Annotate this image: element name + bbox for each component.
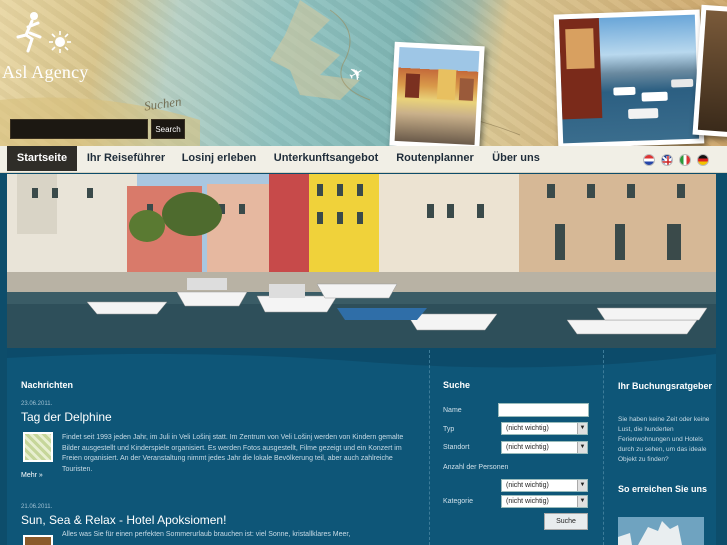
brand-name[interactable]: Asl Agency (2, 62, 89, 83)
reach-heading: So erreichen Sie uns (618, 484, 708, 494)
news-more-link[interactable]: Mehr » (21, 471, 43, 482)
standort-label: Standort (443, 444, 470, 451)
news-thumbnail[interactable] (23, 535, 53, 545)
runner-logo-icon (16, 12, 42, 53)
header-banner: Asl Agency Suchen Search ✈ (0, 0, 727, 146)
croatia-flag-icon[interactable] (643, 154, 655, 166)
news-thumbnail[interactable] (23, 432, 53, 462)
chevron-down-icon: ▼ (577, 442, 587, 453)
uk-flag-icon[interactable] (661, 154, 673, 166)
nav-item-reisefuehrer[interactable]: Ihr Reiseführer (80, 146, 172, 171)
search-form-heading: Suche (443, 380, 471, 390)
chevron-down-icon: ▼ (577, 480, 587, 491)
sun-logo-icon (49, 31, 71, 53)
nav-item-routenplanner[interactable]: Routenplanner (390, 146, 480, 171)
page: Asl Agency Suchen Search ✈ Startseite Ih… (0, 0, 727, 545)
column-divider (603, 350, 604, 545)
advisor-text: Sie haben keine Zeit oder keine Lust, di… (618, 416, 710, 463)
nav-item-startseite[interactable]: Startseite (7, 146, 77, 171)
nav-item-ueber-uns[interactable]: Über uns (485, 146, 547, 171)
kategorie-select-value: (nicht wichtig) (506, 498, 549, 505)
germany-flag-icon[interactable] (697, 154, 709, 166)
news-heading: Nachrichten (21, 380, 74, 390)
news-text: Alles was Sie für einen perfekten Sommer… (62, 531, 351, 538)
typ-select-value: (nicht wichtig) (506, 425, 549, 432)
nav-item-unterkunftsangebot[interactable]: Unterkunftsangebot (268, 146, 384, 171)
chevron-down-icon: ▼ (577, 496, 587, 507)
personen-label: Anzahl der Personen (443, 464, 509, 471)
news-date: 23.06.2011. (21, 401, 53, 407)
search-button[interactable]: Search (151, 119, 185, 139)
news-text: Findet seit 1993 jeden Jahr, im Juli in … (62, 434, 404, 473)
news-date: 21.06.2011. (21, 504, 53, 510)
news-title[interactable]: Tag der Delphine (21, 410, 112, 424)
chevron-down-icon: ▼ (577, 423, 587, 434)
header-photo-boats (553, 9, 705, 146)
nav-item-losinj-erleben[interactable]: Losinj erleben (175, 146, 263, 171)
column-divider (429, 350, 430, 545)
hero-harbor-image (7, 174, 716, 350)
header-photo-harbor-houses (389, 41, 485, 146)
typ-label: Typ (443, 426, 455, 433)
location-map-thumbnail[interactable] (618, 517, 704, 545)
kategorie-label: Kategorie (443, 498, 473, 505)
suche-submit-button[interactable]: Suche (544, 513, 588, 530)
italy-flag-icon[interactable] (679, 154, 691, 166)
advisor-heading: Ihr Buchungsratgeber (618, 381, 713, 391)
kategorie-select[interactable]: (nicht wichtig) ▼ (501, 495, 588, 508)
typ-select[interactable]: (nicht wichtig) ▼ (501, 422, 588, 435)
standort-select-value: (nicht wichtig) (506, 444, 549, 451)
standort-select[interactable]: (nicht wichtig) ▼ (501, 441, 588, 454)
personen-select[interactable]: (nicht wichtig) ▼ (501, 479, 588, 492)
news-title[interactable]: Sun, Sea & Relax - Hotel Apoksiomen! (21, 513, 226, 527)
name-field[interactable] (498, 403, 589, 417)
search-input[interactable] (10, 119, 148, 139)
name-label: Name (443, 407, 462, 414)
personen-select-value: (nicht wichtig) (506, 482, 549, 489)
main-nav: Startseite Ihr Reiseführer Losinj erlebe… (0, 146, 727, 173)
